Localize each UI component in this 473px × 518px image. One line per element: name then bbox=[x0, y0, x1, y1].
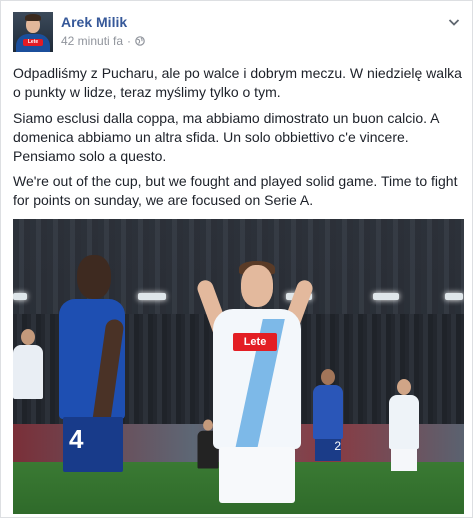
chevron-down-icon[interactable] bbox=[447, 15, 461, 29]
post-text-polish: Odpadliśmy z Pucharu, ale po walce i dob… bbox=[13, 65, 462, 100]
post-photo[interactable]: 2 4 Lete bbox=[13, 219, 464, 514]
jersey-sponsor: Lete bbox=[233, 333, 277, 351]
author-name[interactable]: Arek Milik bbox=[61, 14, 127, 30]
background-player-left bbox=[13, 329, 43, 399]
post-header: Lete Arek Milik 42 minuti fa · bbox=[13, 11, 463, 55]
post-text-english: We're out of the cup, but we fought and … bbox=[13, 173, 458, 208]
background-player-juventus: 2 bbox=[313, 369, 343, 461]
post-text-italian: Siamo esclusi dalla coppa, ma abbiamo di… bbox=[13, 110, 439, 164]
globe-icon[interactable] bbox=[135, 36, 145, 46]
timestamp[interactable]: 42 minuti fa bbox=[61, 34, 123, 48]
meta-separator: · bbox=[127, 34, 132, 48]
player-number-right: 2 bbox=[315, 439, 341, 461]
facebook-post-card: Lete Arek Milik 42 minuti fa · Odpadliśm… bbox=[0, 0, 473, 518]
avatar[interactable]: Lete bbox=[13, 12, 53, 52]
post-meta: 42 minuti fa · bbox=[61, 34, 145, 48]
avatar-sponsor-logo: Lete bbox=[23, 39, 43, 46]
background-player-napoli bbox=[389, 379, 419, 471]
player-number-left: 4 bbox=[63, 417, 123, 472]
